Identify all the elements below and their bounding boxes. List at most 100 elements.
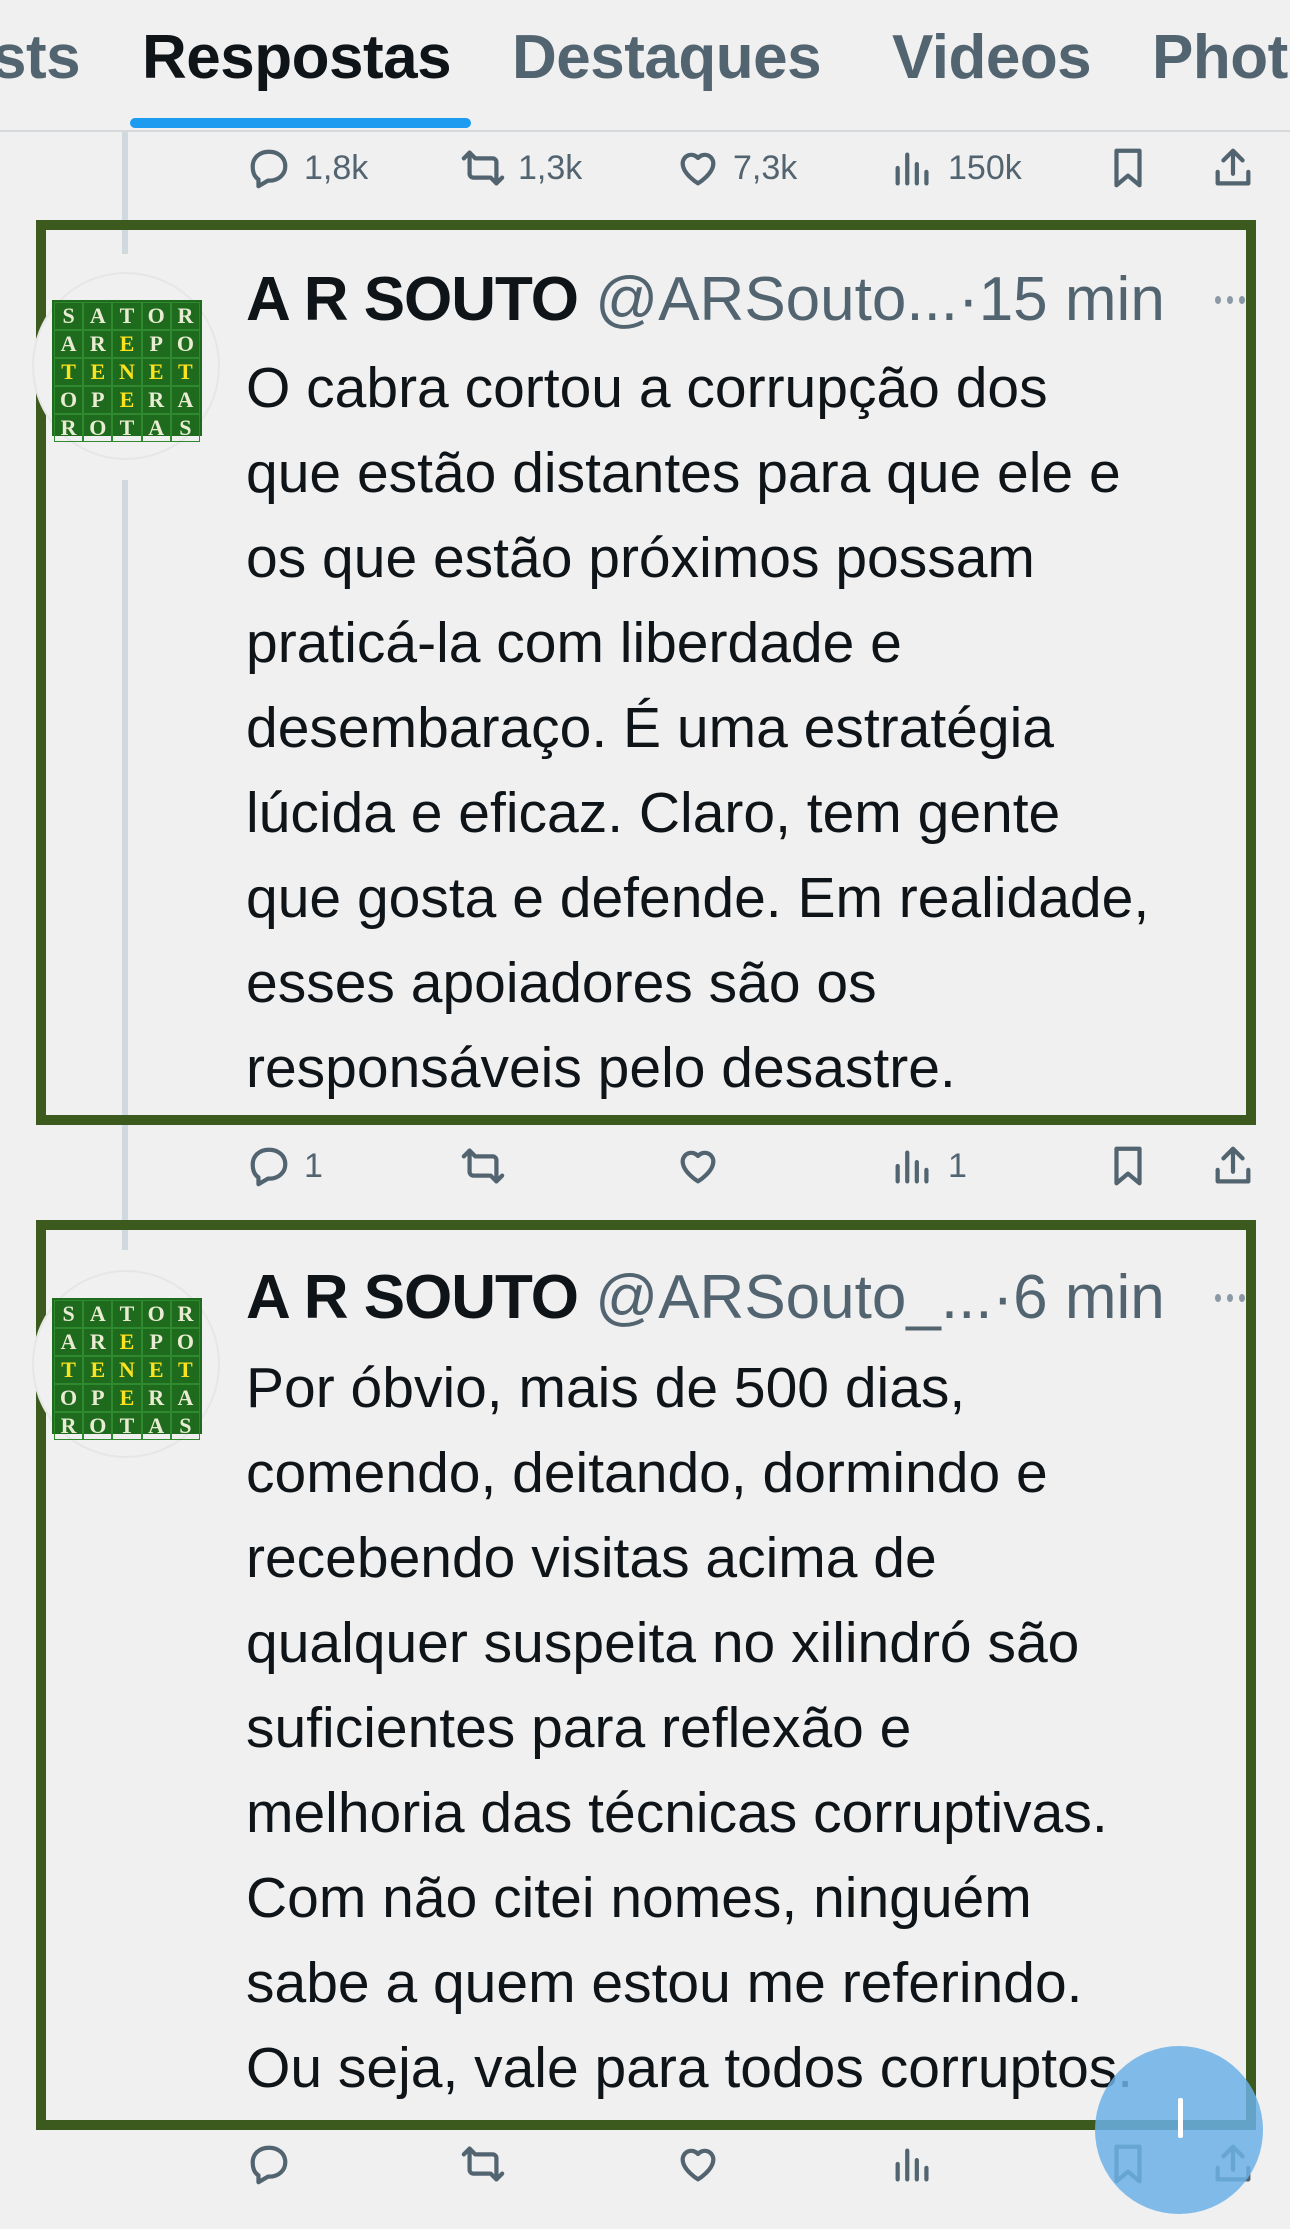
avatar-grid-letter: R (54, 414, 84, 442)
avatar-grid-letter: A (141, 1412, 171, 1440)
tab-posts[interactable]: sts (0, 22, 81, 93)
avatar-grid-letter: R (141, 1384, 171, 1412)
views-icon (895, 2148, 929, 2182)
tab-videos[interactable]: Videos (892, 22, 1092, 93)
reply-button[interactable]: 1,8k (246, 128, 368, 208)
avatar-grid-letter: A (83, 302, 113, 330)
bookmark-icon (1114, 1146, 1142, 1186)
separator-dot: · (958, 265, 979, 334)
sator-square-logo: SATOR AREPO TENET OPERA ROTAS (52, 300, 202, 442)
avatar-grid-letter: T (170, 358, 200, 386)
avatar-grid-letter: T (112, 302, 142, 330)
tweet-text: Por óbvio, mais de 500 dias, comendo, de… (246, 1356, 1134, 2100)
reply-icon (250, 2145, 288, 2185)
repost-button[interactable] (460, 2124, 506, 2204)
more-options-icon[interactable] (1215, 296, 1245, 306)
like-button[interactable] (675, 1126, 721, 1206)
avatar-grid-letter: O (170, 330, 200, 358)
avatar-grid-letter: R (54, 1412, 84, 1440)
reply-button[interactable]: 1 (246, 1126, 323, 1206)
avatar-grid-letter: P (141, 330, 171, 358)
avatar-grid-letter: T (54, 1356, 84, 1384)
bookmark-button[interactable] (1105, 1126, 1151, 1206)
like-button[interactable]: 7,3k (675, 128, 797, 208)
more-options-icon[interactable] (1215, 1294, 1245, 1304)
avatar-grid-letter: S (170, 1412, 200, 1440)
avatar-grid-letter: A (83, 1300, 113, 1328)
avatar-grid-letter: P (83, 1384, 113, 1412)
avatar-grid-letter: R (83, 330, 113, 358)
reply-icon (250, 149, 288, 189)
author-name[interactable]: A R SOUTO (246, 265, 579, 334)
like-button[interactable] (675, 2124, 721, 2204)
share-button[interactable] (1210, 1126, 1256, 1206)
avatar-grid-letter: T (170, 1356, 200, 1384)
repost-icon (461, 1148, 505, 1184)
views-count: 1 (948, 1146, 967, 1185)
avatar-grid-letter: E (112, 1384, 142, 1412)
repost-icon (461, 2146, 505, 2182)
avatar-grid-letter: S (170, 414, 200, 442)
tweet-actions: 1,8k 1,3k 7,3k 150k (0, 128, 1290, 208)
tab-respostas[interactable]: Respostas (142, 22, 452, 93)
avatar[interactable]: SATOR AREPO TENET OPERA ROTAS (32, 1270, 220, 1458)
avatar-grid-letter: O (83, 414, 113, 442)
tweet-actions: 1 1 (0, 1126, 1290, 1206)
views-button[interactable] (890, 2124, 936, 2204)
share-button[interactable] (1210, 128, 1256, 208)
views-count: 150k (948, 148, 1022, 187)
heart-icon (680, 1150, 716, 1184)
avatar-grid-letter: T (112, 1300, 142, 1328)
avatar-grid-letter: A (54, 1328, 84, 1356)
tweet-text: O cabra cortou a corrupção dos que estão… (246, 356, 1150, 1100)
reply-button[interactable] (246, 2124, 292, 2204)
views-button[interactable]: 150k (890, 128, 1022, 208)
avatar-grid-letter: O (141, 302, 171, 330)
avatar-grid-letter: R (141, 386, 171, 414)
avatar-grid-letter: P (141, 1328, 171, 1356)
author-handle[interactable]: @ARSouto_... (595, 1263, 992, 1332)
repost-icon (461, 150, 505, 186)
share-icon (1215, 1146, 1251, 1184)
avatar-grid-letter: E (141, 1356, 171, 1384)
profile-tabs: sts Respostas Destaques Videos Phot (0, 0, 1290, 132)
heart-icon (680, 2148, 716, 2182)
author-name[interactable]: A R SOUTO (246, 1263, 579, 1332)
tweet-header: A R SOUTO @ARSouto...·15 min (246, 260, 1165, 340)
avatar-grid-letter: O (54, 386, 84, 414)
avatar-grid-letter: E (83, 358, 113, 386)
avatar-grid-letter: E (141, 358, 171, 386)
avatar-grid-letter: T (112, 414, 142, 442)
repost-button[interactable] (460, 1126, 506, 1206)
views-icon (895, 152, 929, 186)
active-tab-indicator (130, 118, 471, 128)
avatar-grid-letter: O (141, 1300, 171, 1328)
bookmark-button[interactable] (1105, 128, 1151, 208)
separator-dot: · (992, 1263, 1014, 1332)
avatar-grid-letter: R (83, 1328, 113, 1356)
tweet-header: A R SOUTO @ARSouto_...·6 min (246, 1258, 1165, 1338)
bookmark-icon (1114, 148, 1142, 188)
avatar-grid-letter: R (170, 1300, 200, 1328)
tweet-time[interactable]: 6 min (1013, 1263, 1165, 1332)
avatar-grid-letter: E (112, 330, 142, 358)
reply-count: 1,8k (304, 148, 369, 187)
avatar-grid-letter: N (112, 1356, 142, 1384)
views-button[interactable]: 1 (890, 1126, 967, 1206)
author-handle[interactable]: @ARSouto... (595, 265, 958, 334)
avatar-grid-letter: T (54, 358, 84, 386)
avatar-grid-letter: O (54, 1384, 84, 1412)
tab-destaques[interactable]: Destaques (512, 22, 822, 93)
avatar-grid-letter: S (54, 1300, 84, 1328)
sator-square-logo: SATOR AREPO TENET OPERA ROTAS (52, 1298, 202, 1440)
avatar-grid-letter: O (83, 1412, 113, 1440)
avatar[interactable]: SATOR AREPO TENET OPERA ROTAS (32, 272, 220, 460)
avatar-grid-letter: E (83, 1356, 113, 1384)
reply-icon (250, 1147, 288, 1187)
repost-button[interactable]: 1,3k (460, 128, 582, 208)
avatar-grid-letter: R (170, 302, 200, 330)
avatar-grid-letter: E (112, 1328, 142, 1356)
views-icon (895, 1150, 929, 1184)
tab-photos[interactable]: Phot (1152, 22, 1288, 93)
tweet-time[interactable]: 15 min (979, 265, 1165, 334)
